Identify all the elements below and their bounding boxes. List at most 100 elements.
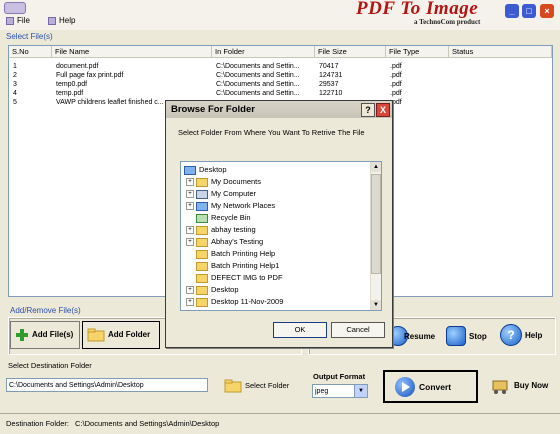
help-icon[interactable]: ?: [500, 324, 522, 346]
col-header-file-size[interactable]: File Size: [315, 46, 386, 58]
cell-sno: 3: [13, 81, 17, 88]
browse-folder-dialog: Browse For Folder ? X Select Folder From…: [165, 100, 393, 348]
stop-icon[interactable]: [446, 326, 466, 346]
tree-scrollbar[interactable]: ▲ ▼: [370, 162, 381, 310]
folder-icon: [87, 328, 105, 342]
buy-now-button[interactable]: Buy Now: [487, 374, 548, 398]
tree-item[interactable]: + abhay testing: [186, 224, 256, 236]
tree-item-desktop-root[interactable]: Desktop: [184, 164, 227, 176]
folder-icon: [196, 237, 208, 247]
desktop-icon: [184, 165, 196, 175]
add-plus-icon: [16, 328, 28, 341]
network-icon: [196, 201, 208, 211]
tree-item[interactable]: + My Network Places: [186, 200, 275, 212]
maximize-button[interactable]: □: [522, 4, 536, 18]
tree-item-label: My Network Places: [211, 201, 276, 210]
tree-item[interactable]: + Desktop: [186, 284, 239, 296]
tree-item-label: Desktop: [199, 165, 227, 174]
menu-help[interactable]: Help: [48, 16, 75, 25]
tree-item[interactable]: Recycle Bin: [196, 212, 251, 224]
tree-item[interactable]: + Desktop 11-Nov-2009: [186, 296, 283, 308]
convert-icon: [395, 377, 415, 397]
cell-sno: 4: [13, 90, 17, 97]
col-header-file-name[interactable]: File Name: [52, 46, 212, 58]
dialog-prompt: Select Folder From Where You Want To Ret…: [178, 128, 365, 137]
tree-item[interactable]: Batch Printing Help: [196, 248, 275, 260]
tree-item[interactable]: DEFECT IMG to PDF: [196, 272, 283, 284]
select-files-label: Select File(s): [6, 32, 53, 41]
table-row[interactable]: 1 document.pdf C:\Documents and Settin..…: [9, 62, 552, 71]
folder-icon: [196, 297, 208, 307]
col-header-file-type[interactable]: File Type: [386, 46, 449, 58]
menu-file[interactable]: File: [6, 16, 30, 25]
folder-icon: [196, 249, 208, 259]
add-folder-button[interactable]: Add Folder: [82, 321, 160, 349]
resume-button[interactable]: Resume: [404, 332, 435, 341]
tree-item[interactable]: + My Documents: [186, 176, 261, 188]
app-logo-icon: [4, 2, 26, 14]
table-row[interactable]: 4 temp.pdf C:\Documents and Settin... 12…: [9, 89, 552, 98]
folder-icon: [196, 273, 208, 283]
chevron-down-icon[interactable]: ▼: [354, 385, 367, 397]
tree-item-label: DEFECT IMG to PDF: [211, 273, 283, 282]
cell-file-name: document.pdf: [56, 63, 99, 70]
recycle-bin-icon: [196, 213, 208, 223]
dialog-ok-button[interactable]: OK: [273, 322, 327, 338]
add-files-label: Add File(s): [32, 330, 74, 339]
expand-icon[interactable]: +: [186, 202, 194, 211]
tree-item-label: Desktop: [211, 285, 239, 294]
cell-file-size: 122710: [319, 90, 343, 97]
add-files-button[interactable]: Add File(s): [10, 321, 80, 349]
expand-icon[interactable]: +: [186, 286, 194, 295]
computer-icon: [196, 189, 208, 199]
tree-item-label: Recycle Bin: [211, 213, 251, 222]
output-format-select[interactable]: jpeg ▼: [312, 384, 368, 398]
help-button[interactable]: Help: [525, 331, 542, 340]
select-folder-button[interactable]: Select Folder: [220, 376, 289, 396]
dialog-cancel-button[interactable]: Cancel: [331, 322, 385, 338]
folder-icon: [196, 225, 208, 235]
brand-title: PDF To Image: [356, 0, 479, 19]
expand-icon[interactable]: +: [186, 178, 194, 187]
cell-in-folder: C:\Documents and Settin...: [216, 90, 300, 97]
status-destination-path: C:\Documents and Settings\Admin\Desktop: [75, 419, 220, 428]
expand-icon[interactable]: +: [186, 238, 194, 247]
destination-path-input[interactable]: C:\Documents and Settings\Admin\Desktop: [6, 378, 208, 392]
cell-file-type: .pdf: [390, 99, 402, 106]
folder-tree[interactable]: Desktop + My Documents + My Computer + My N…: [180, 161, 382, 311]
dialog-help-button[interactable]: ?: [361, 103, 375, 117]
dialog-close-button[interactable]: X: [376, 103, 390, 117]
stop-button[interactable]: Stop: [469, 332, 487, 341]
expand-icon[interactable]: +: [186, 226, 194, 235]
col-header-in-folder[interactable]: In Folder: [212, 46, 315, 58]
tree-item[interactable]: + My Computer: [186, 188, 256, 200]
tree-item-label: abhay testing: [211, 225, 256, 234]
minimize-button[interactable]: _: [505, 4, 519, 18]
col-header-status[interactable]: Status: [449, 46, 552, 58]
close-button[interactable]: ×: [540, 4, 554, 18]
cell-sno: 2: [13, 72, 17, 79]
cell-file-type: .pdf: [390, 63, 402, 70]
cell-sno: 5: [13, 99, 17, 106]
convert-button[interactable]: Convert: [383, 370, 478, 403]
cell-file-name: temp0.pdf: [56, 81, 88, 88]
select-folder-label: Select Folder: [245, 381, 290, 390]
cell-file-type: .pdf: [390, 81, 402, 88]
expand-icon[interactable]: +: [186, 190, 194, 199]
table-row[interactable]: 2 Full page fax print.pdf C:\Documents a…: [9, 71, 552, 80]
tree-item[interactable]: Batch Printing Help1: [196, 260, 279, 272]
table-row[interactable]: 3 temp0.pdf C:\Documents and Settin... 2…: [9, 80, 552, 89]
scroll-down-icon[interactable]: ▼: [371, 300, 381, 310]
menu-file-label: File: [17, 16, 30, 25]
tree-item[interactable]: + Abhay's Testing: [186, 236, 263, 248]
dialog-title: Browse For Folder: [171, 104, 255, 115]
add-folder-label: Add Folder: [108, 330, 151, 339]
col-header-sno[interactable]: S.No: [9, 46, 52, 58]
cell-in-folder: C:\Documents and Settin...: [216, 72, 300, 79]
scroll-thumb[interactable]: [371, 174, 381, 274]
tree-item-label: My Documents: [211, 177, 262, 186]
expand-icon[interactable]: +: [186, 298, 194, 307]
scroll-up-icon[interactable]: ▲: [371, 162, 381, 172]
convert-label: Convert: [419, 382, 452, 392]
cell-file-type: .pdf: [390, 90, 402, 97]
